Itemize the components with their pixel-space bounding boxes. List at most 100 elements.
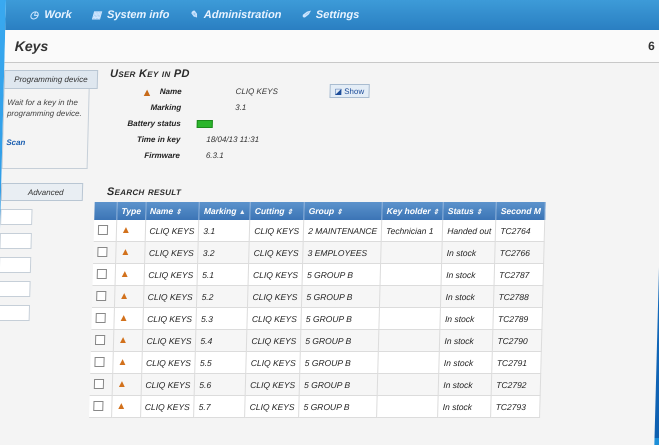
row-checkbox[interactable] <box>97 224 109 235</box>
cell-holder <box>380 263 442 286</box>
nav-administration[interactable]: ✎ Administration <box>189 9 281 21</box>
cell-name: CLIQ KEYS <box>143 263 199 286</box>
cell-status: In stock <box>439 329 494 352</box>
row-checkbox[interactable] <box>93 378 105 389</box>
table-row[interactable]: ▲ CLIQ KEYS 5.1 CLIQ KEYS 5 GROUP B In stock T… <box>92 263 545 286</box>
cell-marking: 3.2 <box>198 241 250 264</box>
cell-name: CLIQ KEYS <box>142 307 197 330</box>
clock-icon: ◷ <box>29 9 39 21</box>
cell-marking: 3.1 <box>198 220 251 242</box>
show-button[interactable]: ◪ Show <box>329 84 370 98</box>
cell-name: CLIQ KEYS <box>144 241 199 264</box>
table-row[interactable]: ▲ CLIQ KEYS 3.2 CLIQ KEYS 3 EMPLOYEES In stoc… <box>93 241 545 264</box>
column-header-status[interactable]: Status ⇕ <box>443 202 497 220</box>
table-row[interactable]: ▲ CLIQ KEYS 5.2 CLIQ KEYS 5 GROUP B In stock T… <box>91 285 544 308</box>
tab-advanced[interactable]: Advanced <box>0 183 84 201</box>
row-checkbox[interactable] <box>96 268 107 279</box>
row-checkbox[interactable] <box>95 312 106 323</box>
key-icon: ▲ <box>119 291 130 302</box>
cell-cutting: CLIQ KEYS <box>249 220 304 242</box>
battery-label: Battery status <box>127 119 181 128</box>
cell-cutting: CLIQ KEYS <box>248 263 303 286</box>
row-checkbox[interactable] <box>94 334 106 345</box>
programming-device-panel: Wait for a key in the programming device… <box>1 89 90 169</box>
cell-group: 5 GROUP B <box>300 329 380 352</box>
table-body: ▲ CLIQ KEYS 3.1 CLIQ KEYS 2 MAINTENANCE Techn… <box>89 220 546 418</box>
cell-checkbox <box>91 307 115 330</box>
column-header-key-holder[interactable]: Key holder ⇕ <box>381 202 444 220</box>
cell-holder <box>379 307 441 330</box>
row-checkbox[interactable] <box>97 246 108 257</box>
cell-group: 5 GROUP B <box>301 285 381 308</box>
pencil-icon: ✐ <box>301 9 311 21</box>
column-key-holder-label: Key holder <box>386 206 431 216</box>
column-header-name[interactable]: Name ⇕ <box>145 202 200 220</box>
cell-second: TC2790 <box>492 329 543 352</box>
nav-work[interactable]: ◷ Work <box>29 9 71 21</box>
table-row[interactable]: ▲ CLIQ KEYS 5.6 CLIQ KEYS 5 GROUP B In stock T… <box>89 373 542 396</box>
cell-name: CLIQ KEYS <box>141 329 197 352</box>
column-header-second[interactable]: Second M <box>496 202 546 220</box>
cell-type: ▲ <box>116 220 146 242</box>
tab-programming-device[interactable]: Programming device <box>3 70 99 89</box>
scan-link[interactable]: Scan <box>6 137 84 148</box>
table-row[interactable]: ▲ CLIQ KEYS 5.3 CLIQ KEYS 5 GROUP B In stock T… <box>91 307 543 330</box>
table-row[interactable]: ▲ CLIQ KEYS 3.1 CLIQ KEYS 2 MAINTENANCE Techn… <box>93 220 546 242</box>
marking-value: 3.1 <box>235 103 247 112</box>
firmware-row: Firmware 6.3.1 <box>102 151 224 160</box>
filter-field[interactable] <box>0 209 33 225</box>
row-checkbox[interactable] <box>96 290 107 301</box>
column-header-cutting[interactable]: Cutting ⇕ <box>250 202 305 220</box>
app-window: ◷ Work ▦ System info ✎ Administration ✐ … <box>0 0 659 445</box>
cell-checkbox <box>92 263 116 286</box>
cell-status: In stock <box>439 351 493 374</box>
row-checkbox[interactable] <box>94 356 105 367</box>
cell-second: TC2766 <box>494 241 545 264</box>
cell-marking: 5.5 <box>195 351 247 374</box>
nav-system-info[interactable]: ▦ System info <box>91 9 170 21</box>
nav-settings-label: Settings <box>315 9 360 21</box>
filter-field[interactable] <box>0 281 31 297</box>
table-row[interactable]: ▲ CLIQ KEYS 5.5 CLIQ KEYS 5 GROUP B In stock T… <box>90 351 542 374</box>
column-header-marking[interactable]: Marking ▲ <box>199 202 251 220</box>
key-icon: ▲ <box>120 247 131 258</box>
show-button-label: Show <box>344 86 365 96</box>
sort-icon: ⇕ <box>286 209 293 216</box>
column-second-label: Second M <box>500 206 542 216</box>
key-icon: ▲ <box>119 269 130 280</box>
cell-second: TC2793 <box>490 395 541 418</box>
column-header-group[interactable]: Group ⇕ <box>303 202 383 220</box>
table-row[interactable]: ▲ CLIQ KEYS 5.7 CLIQ KEYS 5 GROUP B In stock T… <box>89 395 541 418</box>
firmware-value: 6.3.1 <box>205 151 224 160</box>
cell-holder <box>378 329 441 352</box>
cell-marking: 5.7 <box>193 395 246 418</box>
cell-cutting: CLIQ KEYS <box>247 285 303 308</box>
cell-second: TC2789 <box>493 307 543 330</box>
cell-group: 5 GROUP B <box>299 351 379 374</box>
wrench-icon: ✎ <box>189 9 199 21</box>
cell-checkbox <box>90 351 114 374</box>
page-title: Keys <box>14 38 49 54</box>
cell-marking: 5.2 <box>196 285 249 308</box>
row-checkbox[interactable] <box>93 400 104 411</box>
cell-marking: 5.1 <box>197 263 249 286</box>
cell-marking: 5.3 <box>196 307 248 330</box>
cell-type: ▲ <box>111 395 141 418</box>
sort-icon: ▲ <box>238 209 246 216</box>
cell-group: 5 GROUP B <box>298 395 378 418</box>
filter-field[interactable] <box>0 257 32 273</box>
user-key-details: ▲ Name CLIQ KEYS ◪ Show Marking 3.1 Batt… <box>101 84 659 176</box>
column-header-type[interactable]: Type <box>116 202 146 220</box>
cell-group: 5 GROUP B <box>302 263 381 286</box>
nav-settings[interactable]: ✐ Settings <box>301 9 359 21</box>
grid-icon: ▦ <box>91 9 102 21</box>
nav-system-info-label: System info <box>106 9 170 21</box>
filter-field[interactable] <box>0 233 32 249</box>
cell-name: CLIQ KEYS <box>142 285 198 308</box>
filter-field[interactable] <box>0 305 31 321</box>
cell-type: ▲ <box>113 329 143 352</box>
table-row[interactable]: ▲ CLIQ KEYS 5.4 CLIQ KEYS 5 GROUP B In stock T… <box>90 329 543 352</box>
name-row: Name CLIQ KEYS <box>103 87 278 96</box>
sort-icon: ⇕ <box>336 209 343 216</box>
cell-status: In stock <box>437 395 492 418</box>
